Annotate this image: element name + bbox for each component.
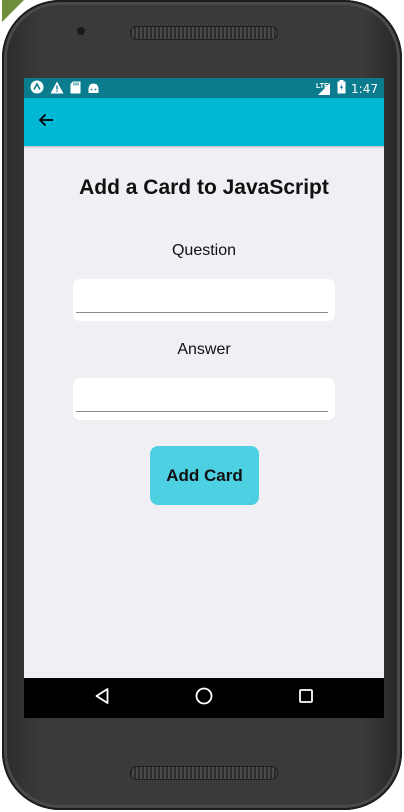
- app-icon: [30, 80, 44, 99]
- screen: LTE 1:47 Add a Card to JavaScript Questi…: [24, 78, 384, 718]
- status-left-icons: [30, 80, 100, 99]
- home-circle-icon: [195, 687, 213, 710]
- clock: 1:47: [351, 82, 378, 96]
- battery-icon: [337, 80, 346, 98]
- status-bar: LTE 1:47: [24, 78, 384, 98]
- add-card-button[interactable]: Add Card: [150, 446, 259, 505]
- status-right-icons: LTE 1:47: [316, 80, 378, 98]
- system-navigation-bar: [24, 678, 384, 718]
- emulator-corner-marker: [2, 0, 24, 22]
- nav-back-button[interactable]: [90, 686, 114, 710]
- question-label: Question: [171, 242, 237, 259]
- answer-input[interactable]: [76, 384, 328, 412]
- question-input[interactable]: [76, 285, 328, 313]
- back-button[interactable]: [34, 110, 58, 134]
- network-type-label: LTE: [316, 83, 329, 90]
- page-title: Add a Card to JavaScript: [79, 176, 329, 199]
- back-triangle-icon: [94, 687, 110, 710]
- front-camera: [77, 27, 85, 35]
- bottom-speaker-grille: [130, 766, 278, 780]
- question-field-container: [73, 279, 335, 321]
- arrow-left-icon: [38, 112, 54, 133]
- nav-recents-button[interactable]: [294, 686, 318, 710]
- answer-label: Answer: [177, 341, 231, 358]
- recents-square-icon: [298, 688, 314, 709]
- app-toolbar: [24, 98, 384, 146]
- signal-icon: LTE: [316, 82, 332, 96]
- android-icon: [87, 81, 100, 99]
- warning-icon: [50, 81, 64, 99]
- answer-field-container: [73, 378, 335, 420]
- sd-card-icon: [70, 81, 81, 99]
- nav-home-button[interactable]: [192, 686, 216, 710]
- top-speaker-grille: [130, 26, 278, 40]
- phone-frame: LTE 1:47 Add a Card to JavaScript Questi…: [2, 0, 402, 810]
